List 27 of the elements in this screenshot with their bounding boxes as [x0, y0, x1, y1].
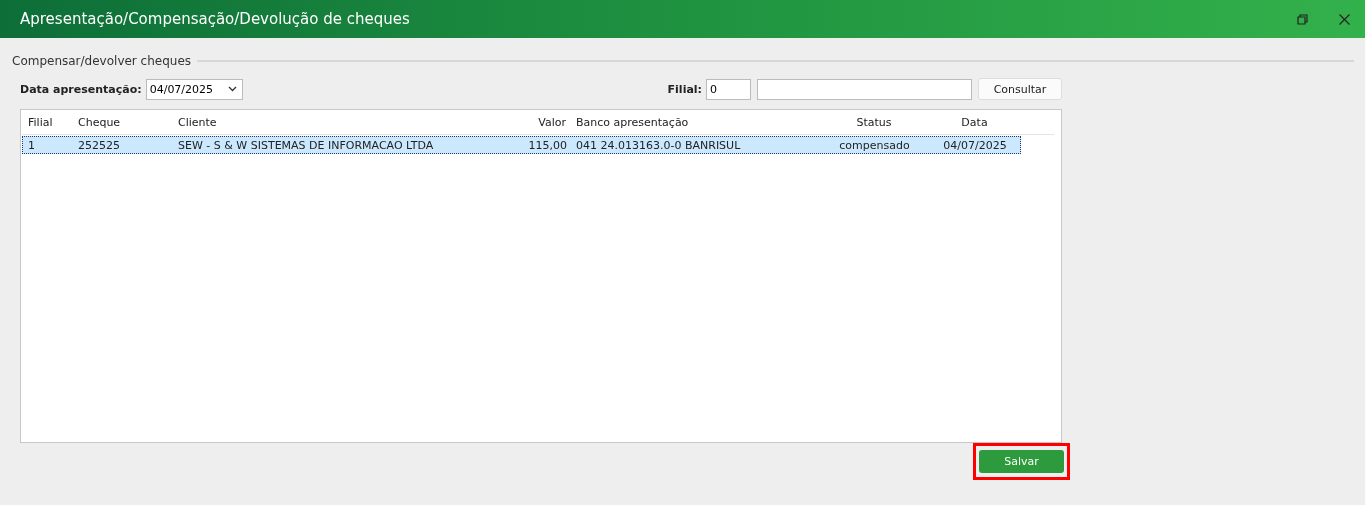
date-dropdown[interactable]: 04/07/2025 [145, 78, 243, 100]
branch-label: Filial: [667, 82, 702, 96]
table-cell-text: 252525 [77, 138, 121, 152]
column-header[interactable]: Cliente [172, 116, 520, 129]
close-icon [1338, 13, 1350, 25]
table-cell-text: compensado [838, 138, 911, 152]
table-cell-text: 1 [27, 138, 36, 152]
column-header[interactable]: Status [820, 116, 926, 129]
restore-icon [1296, 13, 1308, 25]
table-row[interactable]: 1 252525 SEW - S & W SISTEMAS DE INFORMACAO LTDA 115,00 041 24.013163.0-0 BANRISUL compensado 04/07/2025 [22, 136, 1021, 154]
table-cell-text: 115,00 [527, 138, 568, 152]
table-cell-text: 04/07/2025 [942, 138, 1008, 152]
column-header[interactable]: Cheque [72, 116, 172, 129]
column-header[interactable]: Valor [520, 116, 570, 129]
save-button[interactable]: Salvar [979, 450, 1064, 473]
window-title: Apresentação/Compensação/Devolução de cheques [20, 10, 411, 28]
group-title: Compensar/devolver cheques [12, 54, 192, 68]
table-cell-text: SEW - S & W SISTEMAS DE INFORMACAO LTDA [177, 138, 435, 152]
column-header[interactable]: Filial [22, 116, 72, 129]
query-button[interactable]: Consultar [978, 78, 1062, 100]
table-cell-text: 041 24.013163.0-0 BANRISUL [575, 138, 742, 152]
column-header[interactable]: Data [926, 116, 1021, 129]
chevron-down-icon [227, 86, 237, 92]
branch-name-field[interactable] [757, 78, 972, 100]
branch-code-field[interactable]: 0 [706, 78, 751, 100]
date-label: Data apresentação: [20, 82, 142, 96]
column-header[interactable]: Banco apresentação [570, 116, 820, 129]
